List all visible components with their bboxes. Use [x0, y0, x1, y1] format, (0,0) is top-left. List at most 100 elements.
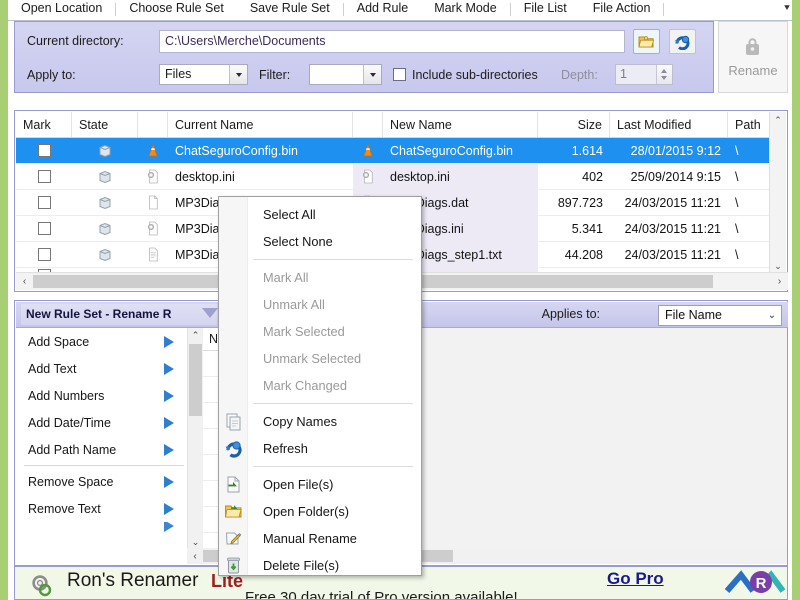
column-header-current-name[interactable]: Current Name	[168, 112, 353, 137]
context-menu-item-manual-rename[interactable]: Manual Rename	[219, 525, 421, 552]
mark-checkbox[interactable]	[37, 170, 51, 183]
chevron-down-icon[interactable]	[202, 308, 218, 318]
menu-item-file-action[interactable]: File Action	[580, 0, 664, 18]
rule-label: Remove Space	[28, 474, 114, 489]
row-mark-cell[interactable]	[16, 216, 72, 241]
column-header-size[interactable]: Size	[538, 112, 610, 137]
app-brand-name: Ron's Renamer	[67, 570, 199, 591]
apply-to-select[interactable]: Files	[159, 64, 248, 85]
file-list-header: Mark State Current Name New Name Size La…	[16, 112, 772, 138]
stepper-arrows[interactable]	[656, 65, 672, 84]
menu-item-mark-mode[interactable]: Mark Mode	[421, 0, 510, 18]
row-mark-cell[interactable]	[16, 164, 72, 189]
row-new-name: ChatSeguroConfig.bin	[383, 138, 538, 163]
ini-gear-icon	[363, 169, 373, 184]
mark-checkbox[interactable]	[37, 196, 51, 209]
row-mark-cell[interactable]	[16, 190, 72, 215]
context-menu-item-select-all[interactable]: Select All	[219, 201, 421, 228]
column-header-last-modified[interactable]: Last Modified	[610, 112, 728, 137]
row-last-modified: 28/01/2015 9:12	[630, 143, 721, 158]
row-mark-cell[interactable]	[16, 138, 72, 163]
rule-item-partial[interactable]	[16, 522, 192, 534]
submenu-arrow-icon[interactable]	[164, 502, 174, 515]
open-file-icon	[224, 475, 243, 494]
box-icon	[99, 196, 111, 209]
rule-set-select[interactable]: New Rule Set - Rename R	[21, 304, 217, 325]
table-row[interactable]: desktop.ini desktop.ini 402 25/09/2014 9…	[16, 164, 772, 190]
submenu-arrow-icon[interactable]	[164, 389, 174, 402]
submenu-arrow-icon[interactable]	[164, 522, 174, 532]
rule-list-vertical-scrollbar[interactable]: ⌃ ⌄	[187, 328, 203, 550]
row-size: 402	[582, 169, 603, 184]
directory-panel: Current directory: C:\Users\Merche\Docum…	[14, 21, 714, 93]
rule-label: Add Space	[28, 334, 90, 349]
rule-item-remove-space[interactable]: Remove Space	[16, 468, 192, 495]
submenu-arrow-icon[interactable]	[164, 416, 174, 429]
column-header-mark[interactable]: Mark	[16, 112, 72, 137]
rule-item-add-text[interactable]: Add Text	[16, 355, 192, 382]
row-state-cell	[72, 190, 138, 215]
submenu-arrow-icon[interactable]	[164, 335, 174, 348]
rule-list[interactable]: Add Space Add Text Add Numbers Add Date/…	[16, 328, 192, 565]
rule-label: Add Text	[28, 361, 77, 376]
menu-overflow-icon[interactable]: ⯆	[780, 1, 794, 16]
context-menu-item-delete-files[interactable]: Delete File(s)	[219, 552, 421, 579]
context-menu-item-open-files[interactable]: Open File(s)	[219, 471, 421, 498]
table-row[interactable]: ChatSeguroConfig.bin ChatSeguroConfig.bi…	[16, 138, 772, 164]
rule-item-add-space[interactable]: Add Space	[16, 328, 192, 355]
go-pro-link[interactable]: Go Pro	[607, 569, 664, 589]
context-menu-item-refresh[interactable]: Refresh	[219, 435, 421, 462]
refresh-directory-button[interactable]	[669, 29, 696, 54]
folder-open-icon	[638, 36, 655, 48]
row-state-cell	[72, 242, 138, 267]
row-new-name: desktop.ini	[383, 164, 538, 189]
menu-item-choose-rule-set[interactable]: Choose Rule Set	[116, 0, 237, 18]
menu-item-save-rule-set[interactable]: Save Rule Set	[237, 0, 343, 18]
mark-checkbox[interactable]	[37, 144, 51, 157]
submenu-arrow-icon[interactable]	[164, 362, 174, 375]
depth-stepper[interactable]: 1	[615, 64, 673, 85]
rule-item-add-date-time[interactable]: Add Date/Time	[16, 409, 192, 436]
row-path: \	[735, 195, 739, 210]
context-menu-item-copy-names[interactable]: Copy Names	[219, 408, 421, 435]
include-subdirectories-checkbox[interactable]	[393, 68, 406, 81]
rule-item-add-path-name[interactable]: Add Path Name	[16, 436, 192, 463]
rule-item-add-numbers[interactable]: Add Numbers	[16, 382, 192, 409]
menu-item-add-rule[interactable]: Add Rule	[344, 0, 421, 18]
submenu-arrow-icon[interactable]	[164, 443, 174, 456]
row-path: \	[735, 143, 739, 158]
mark-checkbox[interactable]	[37, 222, 51, 235]
rename-button[interactable]: Rename	[718, 21, 788, 93]
column-header-icon1[interactable]	[138, 112, 168, 137]
row-mark-cell[interactable]	[16, 242, 72, 267]
browse-folder-button[interactable]	[633, 29, 660, 54]
submenu-arrow-icon[interactable]	[164, 475, 174, 488]
scroll-up-icon[interactable]: ⌃	[188, 328, 203, 343]
filter-select[interactable]	[309, 64, 382, 85]
rule-item-remove-text[interactable]: Remove Text	[16, 495, 192, 522]
column-header-path[interactable]: Path	[728, 112, 772, 137]
scroll-left-icon[interactable]: ‹	[187, 548, 203, 564]
context-menu-item-select-none[interactable]: Select None	[219, 228, 421, 255]
context-menu-divider	[253, 259, 413, 260]
menu-item-label: Open Folder(s)	[263, 504, 350, 519]
column-header-icon2[interactable]	[353, 112, 383, 137]
copy-icon	[224, 412, 243, 431]
current-directory-input[interactable]: C:\Users\Merche\Documents	[159, 30, 625, 53]
column-header-new-name[interactable]: New Name	[383, 112, 538, 137]
file-list-vertical-scrollbar[interactable]: ⌃ ⌄	[769, 112, 786, 274]
menu-item-file-list[interactable]: File List	[511, 0, 580, 18]
applies-to-select[interactable]: File Name ⌄	[658, 305, 782, 326]
scroll-up-icon[interactable]: ⌃	[770, 112, 786, 128]
context-menu-item-mark-all: Mark All	[219, 264, 421, 291]
mark-checkbox[interactable]	[37, 248, 51, 261]
row-type-icon-cell	[138, 216, 168, 241]
svg-text:R: R	[756, 575, 767, 592]
scrollbar-thumb[interactable]	[189, 344, 202, 416]
apply-to-value: Files	[165, 67, 192, 81]
column-header-state[interactable]: State	[72, 112, 138, 137]
scroll-right-icon[interactable]: ›	[771, 273, 788, 290]
menu-item-open-location[interactable]: Open Location	[8, 0, 115, 18]
context-menu-item-open-folders[interactable]: Open Folder(s)	[219, 498, 421, 525]
scroll-left-icon[interactable]: ‹	[16, 273, 33, 290]
